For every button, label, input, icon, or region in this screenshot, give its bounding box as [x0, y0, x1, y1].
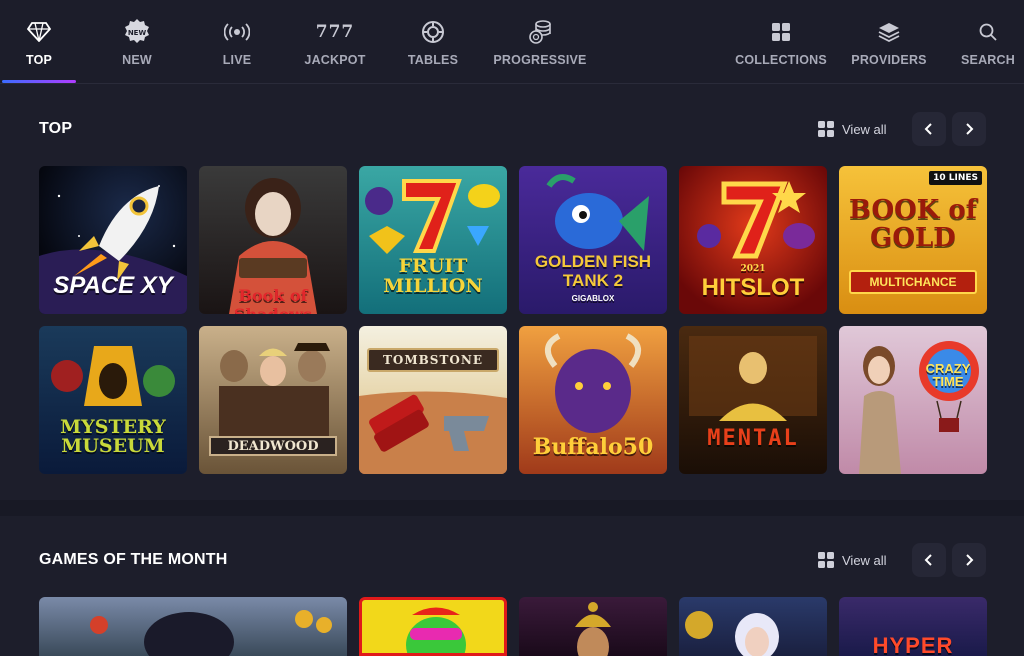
grid-icon: [771, 18, 791, 46]
layers-icon: [877, 18, 901, 46]
nav-tab-label: TOP: [25, 53, 53, 67]
chevron-right-icon: [966, 123, 974, 135]
nav-tab-tables[interactable]: TABLES: [396, 0, 470, 84]
broadcast-icon: [224, 18, 250, 46]
game-tile-hyper[interactable]: HYPER: [839, 597, 987, 656]
snow-queen-illustration: [685, 611, 779, 656]
sevens-icon: 777: [315, 22, 355, 42]
view-all-label: View all: [842, 552, 887, 568]
game-subtitle: 2021: [740, 264, 766, 274]
nav-tab-label: JACKPOT: [304, 53, 366, 67]
nav-tab-progressive[interactable]: PROGRESSIVE: [490, 0, 590, 84]
search-icon: [978, 18, 998, 46]
game-title: CRAZY TIME: [925, 361, 971, 389]
fish-illustration: [546, 174, 649, 251]
game-tile-goddess[interactable]: [519, 597, 667, 656]
frog-illustration: [406, 607, 466, 653]
active-tab-indicator: [2, 80, 76, 83]
game-title: Book of Shadows: [234, 286, 312, 314]
game-subtitle: GIGABLOX: [571, 294, 615, 303]
game-title: HYPER: [872, 633, 954, 656]
nav-tab-label: COLLECTIONS: [735, 53, 827, 67]
nav-tab-search[interactable]: SEARCH: [954, 0, 1022, 84]
new-badge-icon: NEW: [123, 18, 151, 46]
section-divider: [0, 500, 1024, 516]
game-title: SPACE XY: [53, 272, 173, 299]
nav-tab-collections[interactable]: COLLECTIONS: [733, 0, 829, 84]
game-title: MYSTERY MUSEUM: [60, 416, 166, 457]
game-tile-tombstone[interactable]: TOMBSTONE: [359, 326, 507, 474]
nav-tab-label: NEW: [122, 53, 152, 67]
game-tile-frog[interactable]: [359, 597, 507, 656]
game-title: BOOK of GOLD: [849, 195, 977, 253]
chevron-left-icon: [924, 554, 932, 566]
prisoner-illustration: [689, 336, 817, 421]
game-tile-winter[interactable]: [679, 597, 827, 656]
game-title: MENTAL: [707, 426, 799, 451]
game-tile-book-of-shadows[interactable]: Book of Shadows: [199, 166, 347, 314]
nav-tab-new[interactable]: NEW NEW: [100, 0, 174, 84]
chip-icon: [421, 18, 445, 46]
goddess-illustration: [575, 602, 611, 656]
nav-tab-providers[interactable]: PROVIDERS: [849, 0, 929, 84]
chevron-right-icon: [966, 554, 974, 566]
game-tile-fruit-million[interactable]: FRUIT MILLION: [359, 166, 507, 314]
game-title: HITSLOT: [701, 274, 805, 301]
next-arrow-button[interactable]: [952, 112, 986, 146]
prev-arrow-button[interactable]: [912, 112, 946, 146]
nav-tab-live[interactable]: LIVE: [200, 0, 274, 84]
game-tile-hitslot[interactable]: 2021 HITSLOT: [679, 166, 827, 314]
grid-icon: [818, 552, 834, 568]
game-tile-buffalo50[interactable]: Buffalo50: [519, 326, 667, 474]
game-tile-featured[interactable]: [39, 597, 347, 656]
game-tile-deadwood[interactable]: DEADWOOD: [199, 326, 347, 474]
game-title: GOLDEN FISH TANK 2: [534, 252, 652, 290]
nav-tab-label: SEARCH: [961, 53, 1015, 67]
svg-text:NEW: NEW: [128, 29, 147, 37]
lines-badge: 10 LINES: [929, 171, 982, 185]
game-title: Buffalo50: [532, 434, 654, 460]
prev-arrow-button[interactable]: [912, 543, 946, 577]
game-tile-mystery-museum[interactable]: MYSTERY MUSEUM: [39, 326, 187, 474]
nav-tab-label: LIVE: [222, 53, 252, 67]
dynamite-icon: [359, 391, 507, 474]
section-title: TOP: [39, 120, 73, 137]
section-title: GAMES OF THE MONTH: [39, 551, 228, 568]
diamond-icon: [27, 18, 51, 46]
nav-tab-top[interactable]: TOP: [2, 0, 76, 84]
grid-icon: [818, 121, 834, 137]
chevron-left-icon: [924, 123, 932, 135]
game-subtitle: MULTICHANCE: [849, 270, 977, 294]
nav-tab-label: PROVIDERS: [851, 53, 927, 67]
coins-stack-icon: [527, 18, 553, 46]
nav-tab-label: PROGRESSIVE: [493, 53, 587, 67]
game-tile-crazy-time[interactable]: CRAZY TIME: [839, 326, 987, 474]
nav-tab-jackpot[interactable]: 777 JACKPOT: [298, 0, 372, 84]
game-tile-golden-fish-tank-2[interactable]: GOLDEN FISH TANK 2 GIGABLOX: [519, 166, 667, 314]
game-title: FRUIT MILLION: [383, 255, 483, 297]
view-all-button[interactable]: View all: [818, 121, 887, 137]
game-tile-mental[interactable]: MENTAL: [679, 326, 827, 474]
game-tile-space-xy[interactable]: SPACE XY: [39, 166, 187, 314]
game-title: DEADWOOD: [209, 436, 337, 456]
next-arrow-button[interactable]: [952, 543, 986, 577]
panther-illustration: [90, 610, 332, 656]
presenter-illustration: [859, 341, 979, 474]
nav-tab-label: TABLES: [407, 53, 459, 67]
game-tile-book-of-gold[interactable]: 10 LINES BOOK of GOLD MULTICHANCE: [839, 166, 987, 314]
top-navigation: TOP NEW NEW LIVE 777 JACKPOT TABLES PROG…: [0, 0, 1024, 84]
view-all-label: View all: [842, 121, 887, 137]
view-all-button[interactable]: View all: [818, 552, 887, 568]
